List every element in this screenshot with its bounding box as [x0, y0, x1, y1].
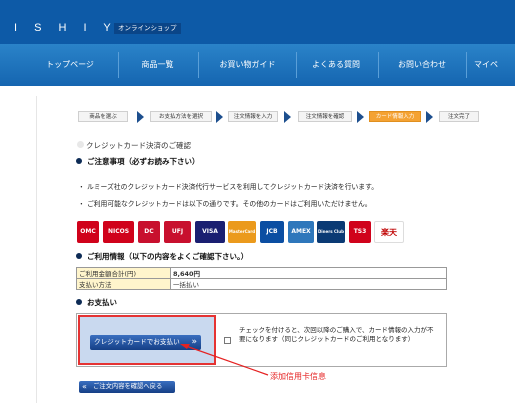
- step-arrow-icon: [426, 111, 433, 123]
- nav-divider: [118, 52, 119, 78]
- main-nav: トップページ 商品一覧 お買い物ガイド よくある質問 お問い合わせ マイペ: [0, 44, 515, 86]
- notice-text-2: ・ ご利用可能なクレジットカードは以下の通りです。その他のカードはご利用いただけ…: [78, 200, 372, 208]
- online-shop-badge: オンラインショップ: [114, 23, 181, 34]
- rakuten-card-logo: 楽天: [374, 221, 404, 243]
- step-arrow-icon: [137, 111, 144, 123]
- step-order-confirm: 注文情報を確認: [298, 111, 352, 122]
- diners-card-logo: Diners Club: [317, 221, 345, 243]
- total-amount-label: ご利用金額合計(円): [76, 267, 171, 279]
- step-select-payment: お支払方法を選択: [150, 111, 212, 122]
- usage-info-table: ご利用金額合計(円) 8,640円 支払い方法 一括払い: [76, 267, 447, 290]
- page-title: クレジットカード決済のご確認: [86, 141, 191, 150]
- nav-divider: [466, 52, 467, 78]
- bullet-icon: [76, 158, 82, 164]
- ufj-card-logo: UFJ: [164, 221, 191, 243]
- step-order-input: 注文情報を入力: [228, 111, 278, 122]
- back-to-order-confirm-button[interactable]: « ご注文内容を確認へ戻る: [79, 381, 175, 393]
- double-chevron-right-icon: »: [191, 337, 197, 347]
- usage-heading: ご利用情報（以下の内容をよくご確認下さい。）: [76, 251, 248, 262]
- payment-box: クレジットカードでお支払い » チェックを付けると、次回以降のご購入で、カード情…: [76, 313, 447, 367]
- nav-faq[interactable]: よくある質問: [300, 44, 372, 86]
- bullet-icon: [76, 253, 82, 259]
- payment-method-value: 一括払い: [170, 278, 447, 290]
- nav-divider: [378, 52, 379, 78]
- step-arrow-icon: [216, 111, 223, 123]
- table-row: 支払い方法 一括払い: [76, 278, 447, 290]
- step-arrow-icon: [357, 111, 364, 123]
- double-chevron-left-icon: «: [82, 382, 87, 391]
- ts3-card-logo: TS3: [349, 221, 371, 243]
- jcb-card-logo: JCB: [260, 221, 284, 243]
- step-order-complete: 注文完了: [439, 111, 479, 122]
- table-row: ご利用金額合計(円) 8,640円: [76, 267, 447, 279]
- notice-text-1: ・ ルミーズ社のクレジットカード決済代行サービスを利用してクレジットカード決済を…: [78, 183, 378, 191]
- pay-with-card-button[interactable]: クレジットカードでお支払い »: [90, 335, 201, 350]
- annotation-label: 添加信用卡信息: [270, 372, 326, 381]
- save-card-checkbox[interactable]: [224, 337, 231, 344]
- bullet-icon: [76, 299, 82, 305]
- nav-contact[interactable]: お問い合わせ: [384, 44, 460, 86]
- mastercard-card-logo: MasterCard: [228, 221, 256, 243]
- step-card-input: カード情報入力: [369, 111, 421, 122]
- nav-shopping-guide[interactable]: お買い物ガイド: [205, 44, 290, 86]
- back-button-label: ご注文内容を確認へ戻る: [93, 383, 163, 390]
- highlight-box: クレジットカードでお支払い »: [78, 315, 216, 365]
- payment-method-label: 支払い方法: [76, 278, 171, 290]
- nav-products[interactable]: 商品一覧: [125, 44, 190, 86]
- payment-heading: お支払い: [76, 297, 117, 308]
- omc-card-logo: OMC: [77, 221, 99, 243]
- title-dot-icon: [77, 141, 84, 148]
- visa-card-logo: VISA: [195, 221, 225, 243]
- notice-heading: ご注意事項（必ずお読み下さい）: [76, 156, 200, 167]
- step-select-product: 商品を選ぶ: [78, 111, 128, 122]
- nav-divider: [296, 52, 297, 78]
- top-bar: I S H I Y A オンラインショップ: [0, 0, 515, 44]
- dc-card-logo: DC: [138, 221, 160, 243]
- nav-divider: [198, 52, 199, 78]
- save-card-note: チェックを付けると、次回以降のご購入で、カード情報の入力が不要になります（同じク…: [239, 326, 434, 343]
- nav-top-page[interactable]: トップページ: [30, 44, 110, 86]
- nav-mypage[interactable]: マイペ: [474, 44, 515, 86]
- amex-card-logo: AMEX: [288, 221, 314, 243]
- step-arrow-icon: [284, 111, 291, 123]
- pay-button-label: クレジットカードでお支払い: [94, 338, 180, 346]
- nicos-card-logo: NICOS: [103, 221, 134, 243]
- total-amount-value: 8,640円: [170, 267, 447, 279]
